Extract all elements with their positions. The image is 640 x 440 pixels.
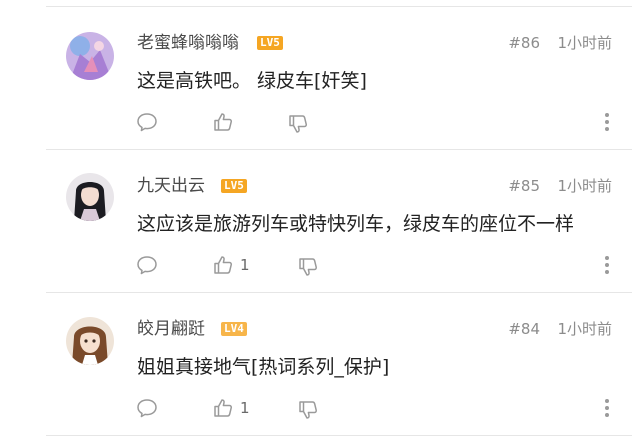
comment-item: 皎月翩跹 LV4 #84 1小时前 姐姐真接地气[热词系列_保护] 1 [0, 292, 640, 436]
comment-text: 姐姐真接地气[热词系列_保护] [137, 356, 390, 378]
like-count: 1 [240, 256, 250, 274]
timestamp: 1小时前 [557, 177, 612, 195]
divider [46, 435, 632, 436]
dot-icon [605, 113, 609, 117]
floor-number: #84 [508, 320, 540, 338]
dislike-button[interactable] [287, 111, 309, 137]
more-options-button[interactable] [599, 252, 615, 278]
like-button[interactable]: 1 [212, 252, 250, 278]
thumbs-down-icon [299, 258, 318, 276]
avatar[interactable] [66, 173, 114, 221]
comment-bubble-icon [137, 399, 157, 418]
floor-number: #86 [508, 34, 540, 52]
thumbs-up-icon [214, 113, 233, 131]
more-options-button[interactable] [599, 109, 615, 135]
comment-text: 这是高铁吧。 绿皮车[奸笑] [137, 70, 367, 92]
dot-icon [605, 270, 609, 274]
reply-button[interactable] [136, 252, 158, 278]
comment-item: 九天出云 LV5 #85 1小时前 这应该是旅游列车或特快列车，绿皮车的座位不一… [0, 149, 640, 293]
username[interactable]: 皎月翩跹 [137, 319, 205, 339]
dot-icon [605, 127, 609, 131]
level-badge: LV5 [221, 179, 247, 193]
dot-icon [605, 256, 609, 260]
dot-icon [605, 399, 609, 403]
thumbs-down-icon [289, 115, 308, 133]
username[interactable]: 九天出云 [137, 176, 205, 196]
comment-bubble-icon [137, 113, 157, 132]
thumbs-down-icon [299, 401, 318, 419]
avatar[interactable] [66, 32, 114, 80]
floor-number: #85 [508, 177, 540, 195]
dot-icon [605, 263, 609, 267]
dot-icon [605, 406, 609, 410]
thumbs-up-icon [214, 256, 233, 274]
dot-icon [605, 120, 609, 124]
reply-button[interactable] [136, 109, 158, 135]
timestamp: 1小时前 [557, 34, 612, 52]
dislike-button[interactable] [297, 254, 319, 280]
like-count: 1 [240, 399, 250, 417]
timestamp: 1小时前 [557, 320, 612, 338]
comment-bubble-icon [137, 256, 157, 275]
level-badge: LV4 [221, 322, 247, 336]
level-badge: LV5 [257, 36, 283, 50]
reply-button[interactable] [136, 395, 158, 421]
more-options-button[interactable] [599, 395, 615, 421]
like-button[interactable] [212, 109, 240, 135]
username[interactable]: 老蜜蜂嗡嗡嗡 [137, 33, 239, 53]
avatar[interactable] [66, 317, 114, 365]
like-button[interactable]: 1 [212, 395, 250, 421]
dot-icon [605, 413, 609, 417]
thumbs-up-icon [214, 399, 233, 417]
comment-text: 这应该是旅游列车或特快列车，绿皮车的座位不一样 [137, 213, 575, 235]
dislike-button[interactable] [297, 397, 319, 423]
comment-item: 老蜜蜂嗡嗡嗡 LV5 #86 1小时前 这是高铁吧。 绿皮车[奸笑] [0, 6, 640, 150]
